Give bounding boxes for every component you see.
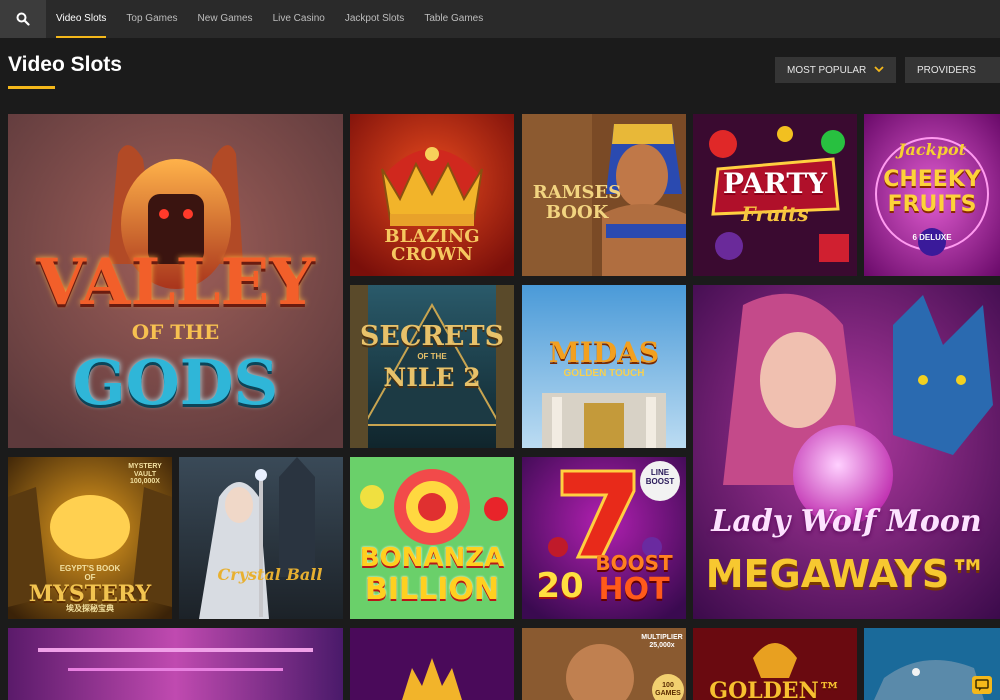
game-title-line: MEGAWAYS™	[705, 552, 988, 596]
game-title-line: BOOK	[545, 202, 609, 223]
game-tile-cheeky-fruits[interactable]: Jackpot CHEEKY FRUITS 6 DELUXE	[864, 114, 1000, 276]
game-artwork	[8, 628, 343, 700]
game-badge: MYSTERY VAULT 100,000X	[128, 463, 162, 486]
game-artwork	[179, 457, 343, 619]
game-badge: 100 GAMES	[655, 682, 681, 697]
game-title-line: BONANZA	[359, 543, 505, 573]
chevron-down-icon	[874, 66, 884, 73]
game-tile-lady-wolf-moon-megaways[interactable]: Lady Wolf Moon MEGAWAYS™	[693, 285, 1000, 619]
tab-jackpot-slots[interactable]: Jackpot Slots	[335, 0, 414, 38]
tab-live-casino[interactable]: Live Casino	[263, 0, 335, 38]
game-tile-bonanza-billion[interactable]: BONANZA BILLION	[350, 457, 514, 619]
chat-widget-button[interactable]	[972, 676, 992, 694]
game-title-line: Crystal Ball	[217, 565, 323, 584]
game-title-line: 20	[536, 566, 584, 606]
title-underline	[8, 86, 55, 89]
game-title-line: MIDAS	[548, 336, 660, 369]
game-tile-crystal-ball[interactable]: Crystal Ball	[179, 457, 343, 619]
game-tile-valley-of-the-gods[interactable]: VALLEY OF THE GODS	[8, 114, 343, 448]
game-title-line: SECRETS	[359, 321, 505, 352]
chat-icon	[975, 679, 989, 691]
game-title-line: BILLION	[364, 572, 500, 607]
game-tile-lounge[interactable]	[8, 628, 343, 700]
game-title-line: 埃及探秘宝典	[66, 604, 114, 613]
providers-dropdown[interactable]: PROVIDERS	[905, 57, 1000, 83]
tab-video-slots[interactable]: Video Slots	[46, 0, 116, 38]
game-title-line: CROWN	[391, 244, 473, 265]
game-title-line: GOLDEN TOUCH	[563, 368, 645, 379]
game-title-line: Jackpot	[897, 140, 966, 159]
game-tile-ramses-book[interactable]: RAMSES BOOK	[522, 114, 686, 276]
game-tile-blazing-crown[interactable]: BLAZING CROWN	[350, 114, 514, 276]
game-tile-party-fruits[interactable]: PARTY Fruits	[693, 114, 857, 276]
game-title-line: HOT	[598, 572, 670, 607]
game-title-line: Fruits	[741, 202, 809, 226]
game-badge: 6 DELUXE	[912, 233, 952, 242]
game-title-line: GOLDEN™	[709, 678, 841, 700]
game-tile-crown-2[interactable]	[350, 628, 514, 700]
category-tabs: Video Slots Top Games New Games Live Cas…	[46, 0, 493, 38]
game-title-line: OF THE	[417, 352, 447, 361]
game-title-line: GODS	[72, 346, 279, 419]
page-title: Video Slots	[8, 53, 122, 76]
tab-top-games[interactable]: Top Games	[116, 0, 187, 38]
search-button[interactable]	[0, 0, 46, 38]
game-tile-viking-multiplier[interactable]: MULTIPLIER 25,000x 100 GAMES	[522, 628, 686, 700]
game-title-line: EGYPT'S BOOK	[59, 564, 121, 573]
providers-label: PROVIDERS	[917, 64, 976, 76]
game-title-line: BOOST	[595, 551, 673, 575]
tab-new-games[interactable]: New Games	[188, 0, 263, 38]
game-tile-golden[interactable]: GOLDEN™	[693, 628, 857, 700]
game-title-line: Lady Wolf Moon	[711, 504, 982, 539]
game-badge: MULTIPLIER 25,000x	[641, 634, 683, 649]
top-nav-bar: Video Slots Top Games New Games Live Cas…	[0, 0, 1000, 38]
sort-dropdown[interactable]: MOST POPULAR	[775, 57, 896, 83]
game-title-line: FRUITS	[887, 192, 977, 217]
sort-dropdown-label: MOST POPULAR	[787, 64, 867, 76]
game-badge: LINE BOOST	[645, 468, 675, 486]
game-title-line: CHEEKY	[883, 167, 981, 192]
search-icon	[16, 12, 30, 26]
game-title-line: PARTY	[722, 167, 828, 200]
game-tile-20-boost-hot[interactable]: LINE BOOST 20 BOOST HOT	[522, 457, 686, 619]
tab-table-games[interactable]: Table Games	[414, 0, 493, 38]
game-title-line: OF THE	[131, 320, 220, 344]
game-title-line: VALLEY	[36, 245, 315, 320]
game-title-line: MYSTERY	[28, 581, 152, 607]
game-tile-egypts-book-of-mystery[interactable]: MYSTERY VAULT 100,000X EGYPT'S BOOK OF M…	[8, 457, 172, 619]
game-title-line: RAMSES	[532, 182, 622, 203]
game-title-line: NILE 2	[383, 363, 481, 392]
game-artwork	[350, 628, 514, 700]
game-tile-secrets-of-the-nile-2[interactable]: SECRETS OF THE NILE 2	[350, 285, 514, 448]
game-tile-midas-golden-touch[interactable]: MIDAS GOLDEN TOUCH	[522, 285, 686, 448]
